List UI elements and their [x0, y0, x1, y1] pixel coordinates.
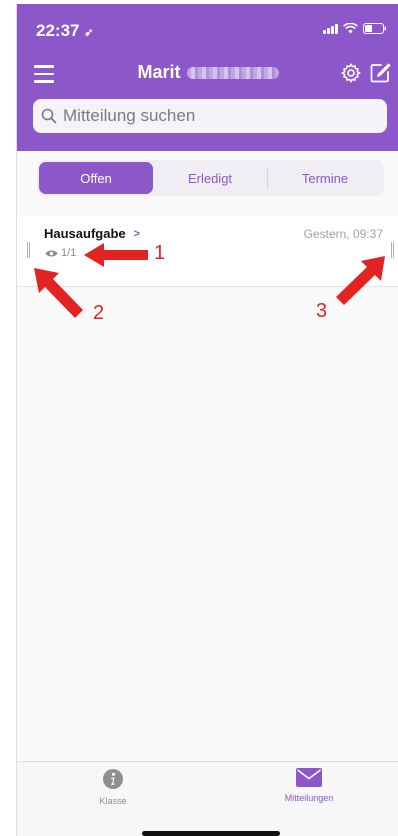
message-title: Hausaufgabe: [44, 226, 126, 241]
tab-erledigt[interactable]: Erledigt: [153, 162, 267, 194]
status-bar-time: 22:37 ➶: [36, 21, 93, 41]
gear-icon[interactable]: [341, 63, 361, 88]
screenshot-frame: 22:37 ➶ Marit Mitteilung suchen Offen Er…: [0, 0, 398, 836]
tab-mitteilungen[interactable]: Mitteilungen: [249, 768, 369, 803]
location-arrow-icon: ➶: [84, 27, 94, 39]
message-timestamp: Gestern, 09:37: [303, 227, 383, 241]
annotation-label-3: 3: [316, 300, 328, 322]
message-row[interactable]: Hausaufgabe > Gestern, 09:37 1/1: [17, 216, 398, 286]
annotation-label-2: 2: [93, 302, 105, 324]
status-segmented-control: Offen Erledigt Termine: [37, 160, 384, 196]
tab-offen[interactable]: Offen: [39, 162, 153, 194]
envelope-icon: [296, 768, 322, 787]
status-bar-icons: [323, 23, 387, 34]
message-view-count: 1/1: [61, 247, 77, 259]
tab-label-klasse: Klasse: [99, 796, 127, 806]
message-title-area: Hausaufgabe >: [44, 226, 140, 241]
message-arrow-icon: >: [133, 227, 141, 240]
bottom-tab-bar: Klasse Mitteilungen: [17, 761, 398, 836]
search-input[interactable]: Mitteilung suchen: [33, 99, 387, 133]
page-title: Marit: [137, 62, 181, 82]
row-divider: [17, 286, 398, 287]
right-swipe-handle[interactable]: [391, 242, 395, 258]
eye-icon: [45, 250, 58, 256]
app-header: 22:37 ➶ Marit Mitteilung suchen: [17, 4, 398, 151]
compose-icon[interactable]: [369, 62, 391, 89]
home-indicator: [142, 831, 280, 836]
annotation-label-1: 1: [154, 242, 166, 264]
redacted-name-blur: [186, 66, 279, 79]
tab-label-mitteilungen: Mitteilungen: [284, 793, 334, 803]
phone-screen: 22:37 ➶ Marit Mitteilung suchen Offen Er…: [16, 4, 398, 836]
status-time-text: 22:37: [36, 21, 80, 40]
search-placeholder: Mitteilung suchen: [63, 106, 196, 125]
wifi-icon: [343, 23, 358, 34]
search-icon: [41, 108, 57, 124]
tab-termine[interactable]: Termine: [268, 162, 382, 194]
tab-klasse[interactable]: Klasse: [53, 768, 173, 806]
message-views: 1/1: [45, 247, 76, 259]
info-icon: [103, 769, 123, 789]
battery-icon: [363, 23, 387, 34]
cellular-signal-icon: [323, 23, 338, 34]
left-swipe-handle[interactable]: [27, 242, 31, 258]
